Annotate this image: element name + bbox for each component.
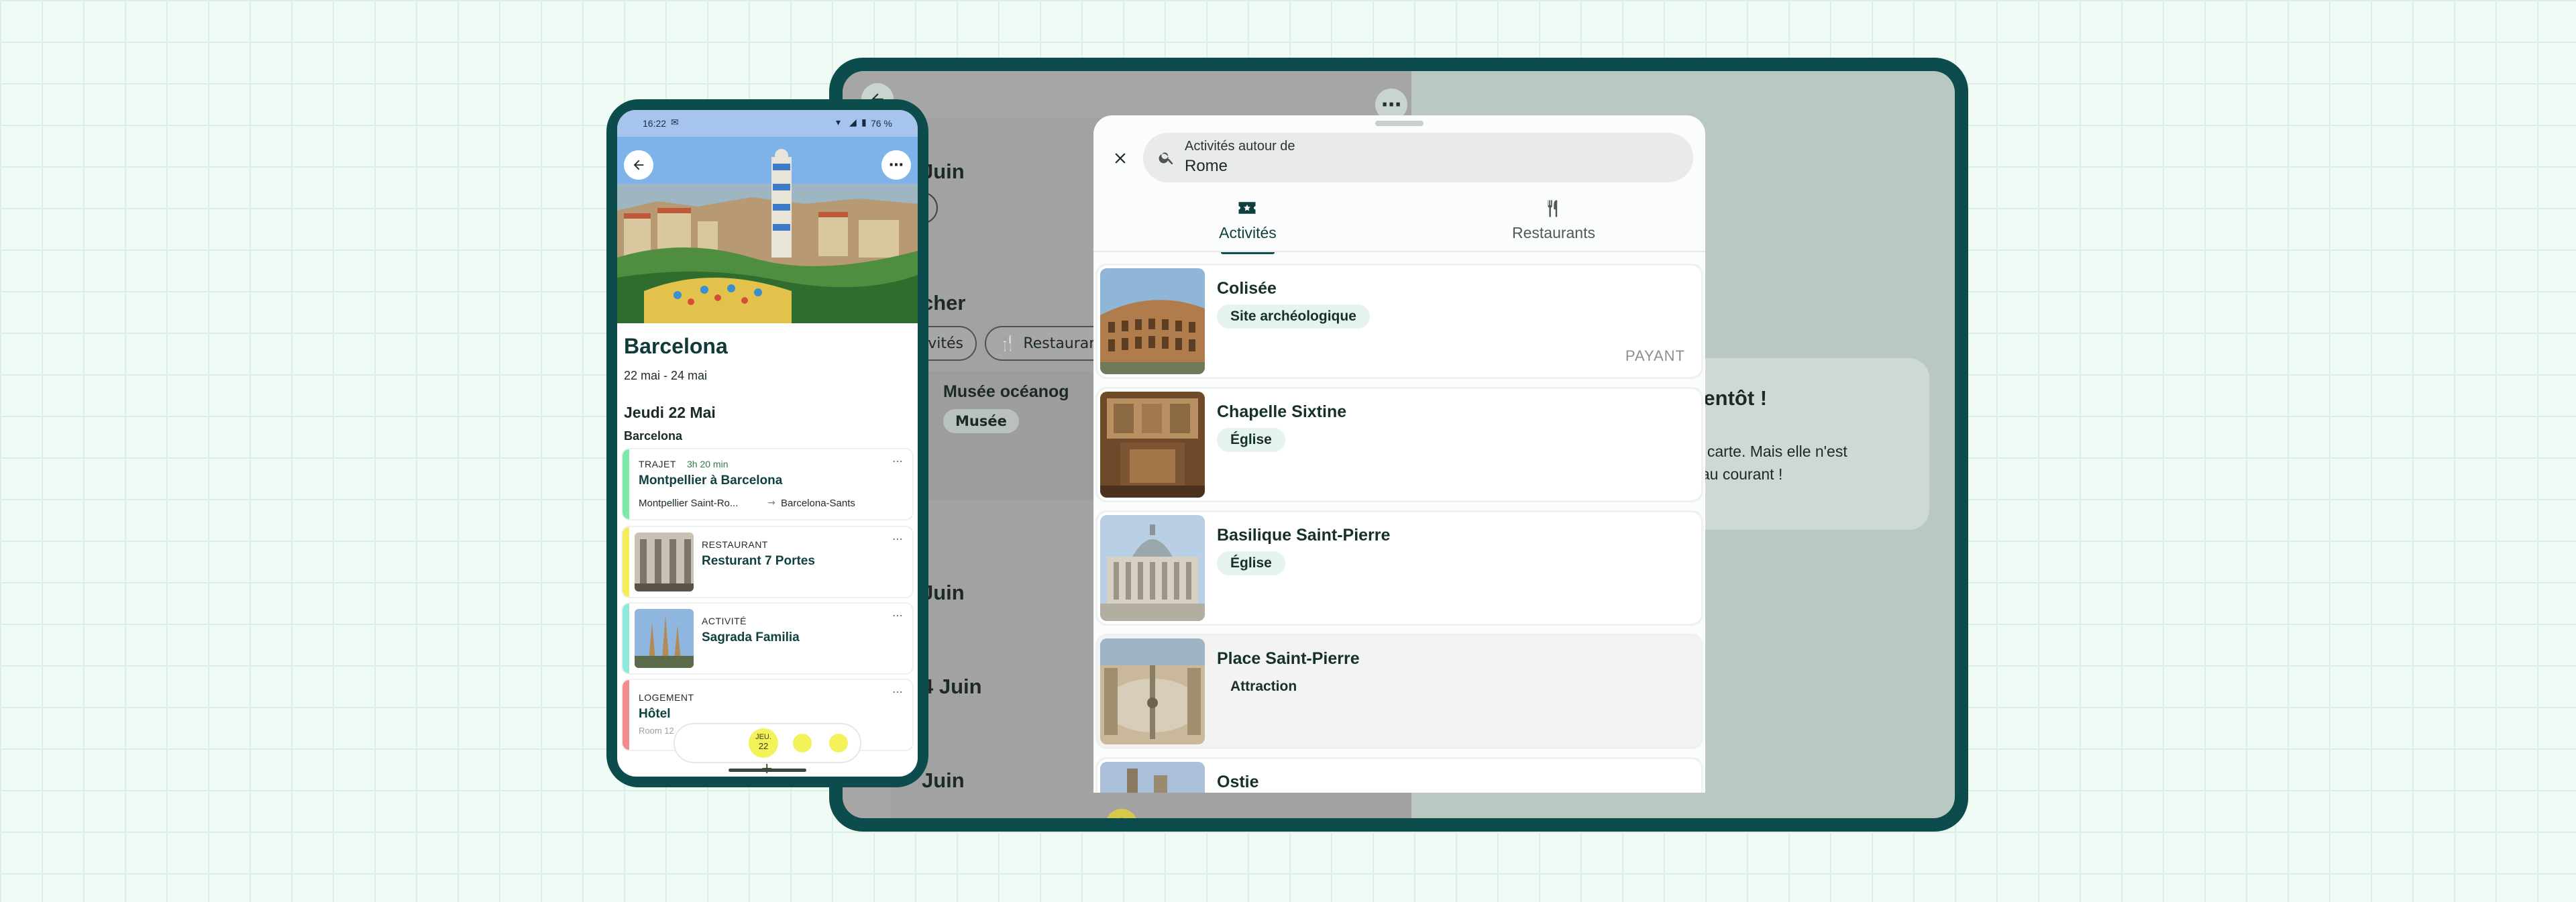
result-image [1100, 762, 1205, 793]
status-time: 16:22 [643, 118, 667, 129]
day-navigation: JEU. 22 [675, 724, 860, 762]
item-type: RESTAURANT [702, 539, 768, 550]
itinerary-item[interactable]: RESTAURANT ⋯ Resturant 7 Portes [623, 527, 912, 597]
tab-restaurants[interactable]: Restaurants [1493, 196, 1614, 256]
item-title: Sagrada Familia [702, 630, 800, 644]
tab-label: Activités [1219, 224, 1277, 241]
result-image [1100, 392, 1205, 498]
result-card[interactable]: Colisée Site archéologique PAYANT [1097, 266, 1701, 377]
result-title: Colisée [1217, 279, 1277, 298]
ticket-icon [1238, 202, 1256, 214]
search-icon [1159, 152, 1173, 165]
result-image [1100, 268, 1205, 374]
chip-label: ivités [924, 335, 963, 352]
card-title: Musée océanog [943, 382, 1069, 401]
status-bar: 16:22 ✉ ▾ ◢ ▮ 76 % [617, 110, 918, 137]
result-tag: Église [1217, 428, 1285, 452]
more-horizontal-icon[interactable]: ⋯ [892, 609, 903, 622]
item-duration: 3h 20 min [687, 459, 729, 469]
day-button-active[interactable]: JEU. 22 [749, 728, 778, 758]
price-label: PAYANT [1625, 347, 1685, 364]
trip-hero-image [617, 137, 918, 323]
result-card[interactable]: Place Saint-Pierre Attraction [1097, 636, 1701, 747]
sheet-grabber[interactable] [1375, 121, 1424, 126]
more-horizontal-icon[interactable]: ⋯ [892, 685, 903, 698]
item-from: Montpellier Saint-Ro... [639, 498, 739, 509]
day-title: Jeudi 22 Mai [624, 404, 716, 421]
trip-title: Barcelona [624, 334, 728, 358]
item-color-bar [623, 604, 629, 673]
result-card[interactable]: Chapelle Sixtine Église [1097, 389, 1701, 500]
chip-label: Restaurant [1023, 335, 1104, 352]
more-horizontal-icon[interactable]: ⋯ [892, 532, 903, 545]
result-tag: Attraction [1230, 679, 1297, 694]
tab-divider [1093, 251, 1705, 252]
date-heading: 4 Juin [922, 675, 982, 698]
result-tag: Site archéologique [1217, 304, 1370, 329]
status-battery: 76 % [871, 118, 892, 129]
more-button[interactable]: ⋯ [881, 150, 911, 180]
result-title: Chapelle Sixtine [1217, 402, 1347, 421]
arrow-right-icon: → [767, 498, 775, 508]
result-title: Place Saint-Pierre [1217, 649, 1360, 668]
more-horizontal-icon: ⋯ [889, 156, 904, 174]
result-card[interactable]: Basilique Saint-Pierre Église [1097, 512, 1701, 624]
result-card[interactable]: Ostie [1097, 759, 1701, 793]
more-horizontal-icon: ⋯ [1381, 93, 1401, 117]
signal-icon: ◢ [849, 117, 857, 128]
day-weekday: JEU. [755, 733, 771, 741]
result-image [1100, 638, 1205, 744]
plus-icon: + [1112, 811, 1132, 818]
search-field[interactable]: Activités autour de Rome [1143, 133, 1693, 182]
notification-icon: ✉ [671, 117, 679, 128]
phone-device: 16:22 ✉ ▾ ◢ ▮ 76 % ⋯ Barcelona 22 mai - … [606, 99, 928, 787]
phone-screen: 16:22 ✉ ▾ ◢ ▮ 76 % ⋯ Barcelona 22 mai - … [617, 110, 918, 777]
back-button[interactable] [624, 150, 653, 180]
itinerary-item[interactable]: ACTIVITÉ ⋯ Sagrada Familia [623, 604, 912, 673]
more-horizontal-icon[interactable]: ⋯ [892, 455, 903, 467]
itinerary-item[interactable]: TRAJET 3h 20 min ⋯ Montpellier à Barcelo… [623, 449, 912, 519]
item-title: Montpellier à Barcelona [639, 473, 783, 488]
item-color-bar [623, 680, 629, 750]
day-city: Barcelona [624, 429, 683, 443]
item-color-bar [623, 527, 629, 597]
battery-icon: ▮ [861, 117, 867, 128]
close-button[interactable] [1107, 145, 1134, 172]
cutlery-icon: 🍴 [998, 335, 1017, 352]
day-button[interactable] [829, 734, 848, 752]
search-sheet: Activités autour de Rome Activités Resta… [1093, 115, 1705, 793]
result-title: Basilique Saint-Pierre [1217, 526, 1391, 545]
map-info-card: e bientôt ! r une carte. Mais elle n'est… [1668, 358, 1929, 530]
item-image [635, 532, 694, 591]
item-to: Barcelona-Sants [781, 498, 855, 509]
trip-dates: 22 mai - 24 mai [624, 369, 708, 382]
item-type: LOGEMENT [639, 692, 694, 703]
item-color-bar [623, 449, 629, 519]
arrow-left-icon [633, 160, 644, 170]
date-heading: Juin [922, 769, 965, 792]
item-title: Hôtel [639, 707, 671, 721]
tab-activities[interactable]: Activités [1187, 196, 1308, 256]
result-image [1100, 515, 1205, 621]
day-button[interactable] [793, 734, 812, 752]
item-type: TRAJET [639, 459, 676, 469]
item-subtitle: Room 12 [639, 726, 674, 736]
wifi-icon: ▾ [836, 117, 841, 128]
search-label: Activités autour de [1185, 139, 1295, 154]
search-value: Rome [1185, 157, 1228, 175]
item-title: Resturant 7 Portes [702, 554, 815, 568]
home-indicator [729, 769, 806, 772]
result-tag: Église [1217, 551, 1285, 575]
result-title: Ostie [1217, 773, 1259, 791]
tab-label: Restaurants [1511, 224, 1595, 241]
item-image [635, 609, 694, 668]
cutlery-icon [1548, 200, 1558, 217]
day-number: 22 [758, 741, 769, 751]
close-icon [1115, 153, 1126, 164]
card-tag: Musée [943, 409, 1019, 433]
item-type: ACTIVITÉ [702, 616, 747, 626]
